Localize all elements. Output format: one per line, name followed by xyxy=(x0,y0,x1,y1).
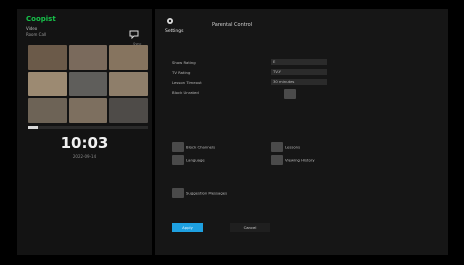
tv-rating-label: TV Rating xyxy=(172,70,191,75)
checkbox-icon xyxy=(172,142,184,152)
video-tile[interactable] xyxy=(109,45,148,70)
gear-icon xyxy=(167,18,173,24)
chat-icon[interactable] xyxy=(129,29,139,39)
video-grid xyxy=(28,45,148,123)
checkbox-icon xyxy=(172,188,184,198)
checkbox-block-channels[interactable]: Block Channels xyxy=(172,142,215,152)
video-tile[interactable] xyxy=(109,71,148,97)
video-tile[interactable] xyxy=(28,98,67,123)
video-tile[interactable] xyxy=(68,71,108,97)
show-rating-label: Show Rating xyxy=(172,60,196,65)
video-tile[interactable] xyxy=(68,98,108,123)
progress-bar xyxy=(28,126,148,129)
video-tile[interactable] xyxy=(28,45,67,70)
block-unrated-toggle[interactable] xyxy=(284,89,296,99)
video-tile[interactable] xyxy=(68,45,108,70)
call-panel: Coopist Video Room Call Sync 10:03 2022-… xyxy=(17,9,152,255)
page-title: Parental Control xyxy=(212,22,253,28)
brand-name: Coopist xyxy=(26,15,56,23)
checkbox-viewing-history[interactable]: Viewing History xyxy=(271,155,315,165)
show-rating-select[interactable]: E xyxy=(271,59,327,65)
checkbox-icon xyxy=(271,155,283,165)
block-unrated-label: Block Unrated xyxy=(172,90,199,95)
video-tile[interactable] xyxy=(109,98,148,123)
lesson-timeout-select[interactable]: 30 minutes xyxy=(271,79,327,85)
checkbox-suggestion-messages[interactable]: Suggestion Messages xyxy=(172,188,227,198)
cancel-button[interactable]: Cancel xyxy=(230,223,270,232)
checkbox-icon xyxy=(172,155,184,165)
date: 2022-09-14 xyxy=(72,154,97,159)
settings-panel: Settings Parental Control Show Rating E … xyxy=(155,9,448,255)
lesson-timeout-label: Lesson Timeout xyxy=(172,80,202,85)
apply-button[interactable]: Apply xyxy=(172,223,203,232)
checkbox-language[interactable]: Language xyxy=(172,155,205,165)
settings-label: Settings xyxy=(165,29,184,34)
call-title: Video xyxy=(26,26,38,31)
tv-rating-select[interactable]: TV-Y xyxy=(271,69,327,75)
clock: 10:03 xyxy=(60,134,109,152)
progress-fill xyxy=(28,126,38,129)
video-tile[interactable] xyxy=(28,71,67,97)
checkbox-icon xyxy=(271,142,283,152)
call-subtitle: Room Call xyxy=(26,32,47,37)
checkbox-lessons[interactable]: Lessons xyxy=(271,142,300,152)
